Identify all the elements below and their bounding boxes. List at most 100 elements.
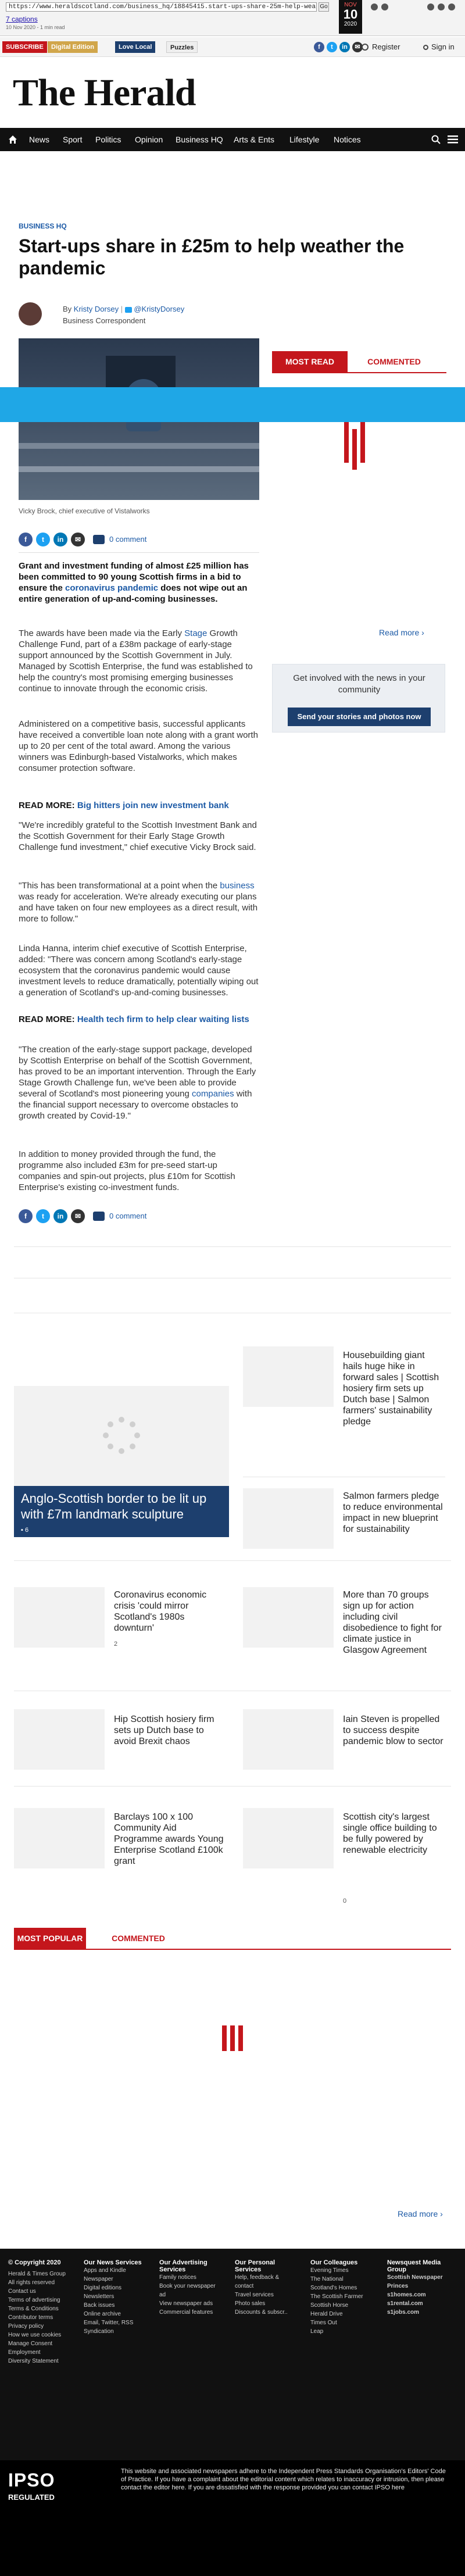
share-facebook-icon[interactable]: f [19,1209,33,1223]
footer-link[interactable]: Digital editions [84,2284,148,2292]
linkedin-icon[interactable]: in [339,42,350,52]
card-title[interactable]: Hip Scottish hosiery firm sets up Dutch … [114,1714,224,1747]
footer-link[interactable]: Employment [8,2348,66,2357]
puzzles-button[interactable]: Puzzles [166,41,198,53]
footer-link[interactable]: Diversity Statement [8,2357,66,2366]
featured-card-image[interactable] [14,1386,229,1486]
footer-link[interactable]: Newsletters [84,2292,148,2301]
share-linkedin-icon[interactable]: in [53,533,67,546]
twitter-icon[interactable] [438,3,445,10]
footer-link[interactable]: Terms of advertising [8,2296,66,2305]
footer-link[interactable]: Terms & Conditions [8,2305,66,2313]
facebook-icon[interactable]: f [314,42,324,52]
tab-most-popular[interactable]: MOST POPULAR [14,1928,86,1949]
footer-link[interactable]: Privacy policy [8,2322,66,2331]
card-image[interactable] [243,1808,334,1868]
menu-icon[interactable] [448,135,458,144]
bottom-comment-count[interactable]: 0 comment [109,1212,146,1220]
footer-link[interactable]: Book your newspaper ad [159,2282,223,2299]
section-label[interactable]: BUSINESS HQ [19,222,67,230]
share-email-icon[interactable]: ✉ [71,1209,85,1223]
footer-link[interactable]: Scottish Newspaper [387,2273,457,2282]
footer-link[interactable]: Online archive [84,2310,148,2318]
sidebar-read-more-label[interactable]: Read more [379,628,419,637]
featured-card-title[interactable]: Anglo-Scottish border to be lit up with … [21,1491,222,1522]
p1-link[interactable]: Stage [184,628,207,638]
nav-opinion[interactable]: Opinion [135,128,163,151]
nav-lifestyle[interactable]: Lifestyle [289,128,319,151]
lead-link[interactable]: coronavirus pandemic [65,583,158,593]
card-image[interactable] [14,1808,105,1868]
footer-link[interactable]: Leap [310,2327,374,2336]
card-title[interactable]: Scottish city's largest single office bu… [343,1812,445,1856]
footer-link[interactable]: Herald & Times Group [8,2270,66,2278]
comment-icon[interactable] [93,535,105,544]
footer-link[interactable]: The National [310,2275,374,2284]
footer-link[interactable]: Manage Consent [8,2339,66,2348]
nav-politics[interactable]: Politics [95,128,121,151]
comment-count[interactable]: 0 comment [109,535,146,544]
card-image[interactable] [243,1587,334,1648]
home-icon[interactable] [8,135,17,144]
register-link[interactable]: Register [372,42,400,51]
read-more-link[interactable]: Big hitters join new investment bank [77,801,229,810]
card-title[interactable]: More than 70 groups sign up for action i… [343,1589,445,1656]
site-logo[interactable]: The Herald [13,71,196,115]
footer-link[interactable]: s1rental.com [387,2299,457,2308]
footer-link[interactable]: s1jobs.com [387,2308,457,2317]
footer-link[interactable]: Email, Twitter, RSS [84,2318,148,2327]
footer-link[interactable]: Discounts & subscr.. [235,2308,299,2317]
footer-link[interactable]: How we use cookies [8,2331,66,2339]
card-title[interactable]: Barclays 100 x 100 Community Aid Program… [114,1812,224,1867]
go-button[interactable]: Go [319,2,329,12]
author-name[interactable]: Kristy Dorsey [74,305,119,313]
share-email-icon[interactable]: ✉ [71,533,85,546]
featured-card[interactable]: Anglo-Scottish border to be lit up with … [14,1486,229,1537]
p4-link[interactable]: business [220,881,254,891]
footer-link[interactable]: Syndication [84,2327,148,2336]
info-icon[interactable] [427,3,434,10]
sidebar-read-more[interactable]: Read more › [379,628,424,637]
footer-link[interactable]: Apps and Kindle [84,2266,148,2275]
most-popular-read-more[interactable]: Read more › [398,2209,443,2218]
card-image[interactable] [243,1346,334,1407]
footer-link[interactable]: s1homes.com [387,2291,457,2299]
nav-arts-ents[interactable]: Arts & Ents [234,128,274,151]
most-popular-read-more-label[interactable]: Read more [398,2209,438,2218]
p6-link[interactable]: companies [192,1089,234,1099]
comment-icon[interactable] [93,1212,105,1221]
nav-business-hq[interactable]: Business HQ [176,128,223,151]
footer-link[interactable]: Times Out [310,2318,374,2327]
tab-commented[interactable]: COMMENTED [353,351,435,372]
love-local-button[interactable]: Love Local [115,41,156,53]
footer-link[interactable]: Commercial features [159,2308,223,2317]
footer-link[interactable]: The Scottish Farmer [310,2292,374,2301]
author-twitter[interactable]: @KristyDorsey [134,305,184,313]
card-title[interactable]: Salmon farmers pledge to reduce environm… [343,1491,445,1535]
footer-link[interactable]: Contributor terms [8,2313,66,2322]
share-twitter-icon[interactable]: t [36,533,50,546]
share-linkedin-icon[interactable]: in [53,1209,67,1223]
tab-commented-popular[interactable]: COMMENTED [98,1928,179,1949]
card-image[interactable] [243,1488,334,1549]
footer-link[interactable]: Travel services [235,2291,299,2299]
search-icon[interactable] [431,135,441,144]
footer-link[interactable]: View newspaper ads [159,2299,223,2308]
footer-link[interactable]: Princes [387,2282,457,2291]
card-title[interactable]: Iain Steven is propelled to success desp… [343,1714,445,1747]
card-title[interactable]: Coronavirus economic crisis 'could mirro… [114,1589,224,1634]
footer-link[interactable]: Herald Drive [310,2310,374,2318]
card-image[interactable] [14,1587,105,1648]
footer-link[interactable]: Photo sales [235,2299,299,2308]
facebook-icon[interactable] [448,3,455,10]
footer-link[interactable]: Scottish Horse [310,2301,374,2310]
card-title[interactable]: Housebuilding giant hails huge hike in f… [343,1350,445,1427]
send-stories-button[interactable]: Send your stories and photos now [288,708,431,726]
captions-link[interactable]: 7 captions [6,15,38,23]
footer-link[interactable]: Contact us [8,2287,66,2296]
nav-news[interactable]: News [29,128,49,151]
subscribe-button[interactable]: SUBSCRIBE [2,41,47,53]
read-more-link[interactable]: Health tech firm to help clear waiting l… [77,1014,249,1024]
url-bar[interactable]: https://www.heraldscotland.com/business_… [6,2,317,12]
footer-link[interactable]: Newspaper [84,2275,148,2284]
